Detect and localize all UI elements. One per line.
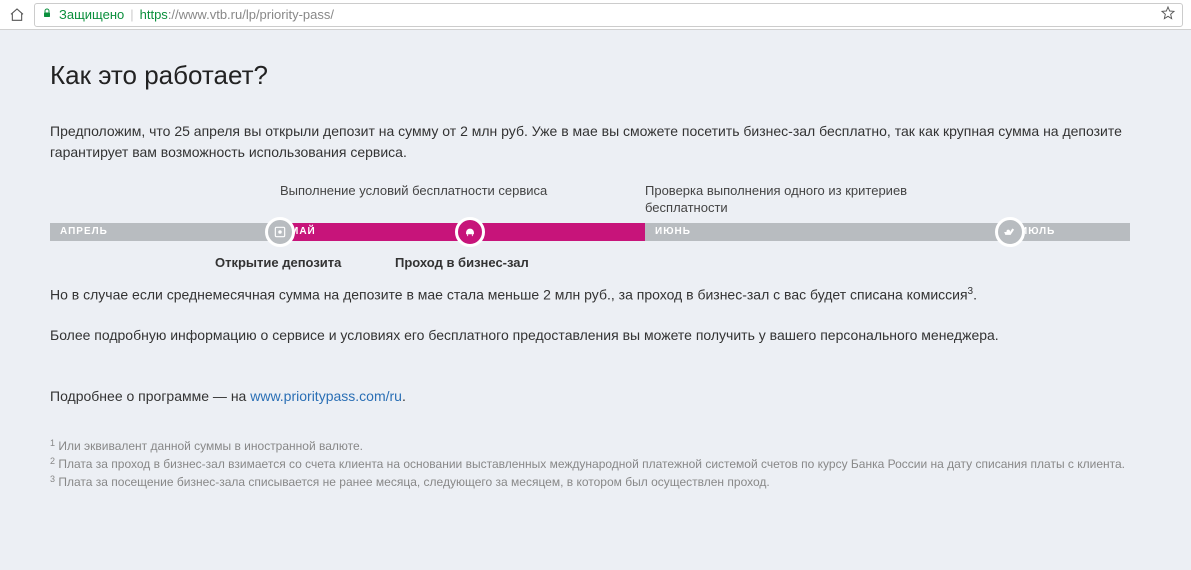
marker-lounge-icon xyxy=(455,217,485,247)
page-content: Как это работает? Предположим, что 25 ап… xyxy=(0,30,1191,570)
url-text: https://www.vtb.ru/lp/priority-pass/ xyxy=(140,7,334,22)
more-info-paragraph: Подробнее о программе — на www.priorityp… xyxy=(50,386,1141,407)
info-paragraph: Более подробную информацию о сервисе и у… xyxy=(50,325,1141,346)
timeline-segment-june: ИЮНЬ xyxy=(645,223,1010,241)
browser-address-bar: Защищено | https://www.vtb.ru/lp/priorit… xyxy=(0,0,1191,30)
lock-icon xyxy=(41,7,53,22)
timeline-segment-april: АПРЕЛЬ xyxy=(50,223,280,241)
secure-label: Защищено xyxy=(59,7,124,22)
address-box[interactable]: Защищено | https://www.vtb.ru/lp/priorit… xyxy=(34,3,1183,27)
intro-paragraph: Предположим, что 25 апреля вы открыли де… xyxy=(50,121,1141,163)
page-heading: Как это работает? xyxy=(50,60,1141,91)
timeline-top-label-june: Проверка выполнения одного из критериев … xyxy=(645,183,1010,217)
footnote-1: 1 Или эквивалент данной суммы в иностран… xyxy=(50,437,1141,455)
priority-pass-link[interactable]: www.prioritypass.com/ru xyxy=(250,388,402,404)
timeline-segment-july: ИЮЛЬ xyxy=(1010,223,1130,241)
footnotes: 1 Или эквивалент данной суммы в иностран… xyxy=(50,437,1141,491)
marker-deposit-icon xyxy=(265,217,295,247)
condition-paragraph: Но в случае если среднемесячная сумма на… xyxy=(50,284,1141,306)
separator: | xyxy=(130,7,133,22)
footnote-2: 2 Плата за проход в бизнес-зал взимается… xyxy=(50,455,1141,473)
timeline-bottom-label-deposit: Открытие депозита xyxy=(215,255,395,270)
timeline-bar: АПРЕЛЬ МАЙ ИЮНЬ ИЮЛЬ xyxy=(50,223,1141,241)
footnote-3: 3 Плата за посещение бизнес-зала списыва… xyxy=(50,473,1141,491)
timeline-top-label-may: Выполнение условий бесплатности сервиса xyxy=(280,183,645,217)
timeline: Выполнение условий бесплатности сервиса … xyxy=(50,183,1141,270)
marker-check-icon xyxy=(995,217,1025,247)
timeline-bottom-label-entry: Проход в бизнес-зал xyxy=(395,255,529,270)
home-icon[interactable] xyxy=(8,6,26,24)
bookmark-star-icon[interactable] xyxy=(1160,5,1176,24)
